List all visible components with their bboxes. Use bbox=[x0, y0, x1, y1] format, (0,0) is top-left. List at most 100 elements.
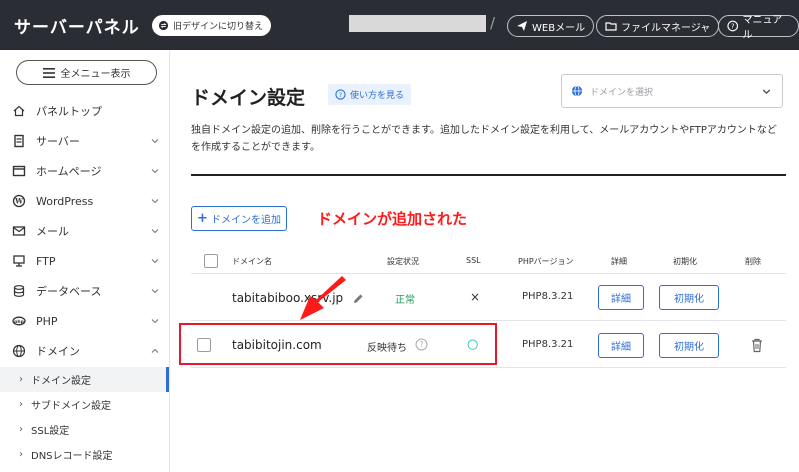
sidebar-item-label: ホームページ bbox=[36, 165, 102, 178]
sidebar-item-panel-top[interactable]: パネルトップ bbox=[0, 96, 169, 126]
brand-title: サーバーパネル bbox=[14, 18, 140, 38]
chevron-down-icon bbox=[151, 289, 159, 294]
sidebar-item-wordpress[interactable]: W WordPress bbox=[0, 186, 169, 216]
table-row: tabitabiboo.xsrv.jp 正常 × PHP8.3.21 詳細 初期… bbox=[191, 275, 786, 321]
webmail-label: WEBメール bbox=[532, 22, 586, 34]
column-header-ssl: SSL bbox=[466, 256, 481, 265]
sidebar-subitem-label: サブドメイン設定 bbox=[31, 401, 111, 412]
red-arrow-icon bbox=[300, 276, 346, 320]
wordpress-icon: W bbox=[12, 194, 26, 208]
header-separator: / bbox=[490, 14, 496, 32]
manual-label: マニュアル bbox=[742, 15, 783, 41]
envelope-icon bbox=[12, 226, 26, 236]
chevron-down-icon bbox=[151, 259, 159, 264]
menu-all-label: 全メニュー表示 bbox=[60, 69, 131, 80]
chevron-down-icon bbox=[151, 139, 159, 144]
sidebar-item-label: サーバー bbox=[36, 135, 80, 148]
initialize-button[interactable]: 初期化 bbox=[659, 285, 719, 310]
browser-window-icon bbox=[12, 165, 26, 177]
detail-button[interactable]: 詳細 bbox=[598, 333, 644, 358]
help-button[interactable]: ? 使い方を見る bbox=[328, 84, 412, 105]
sidebar-subitem-label: ドメイン設定 bbox=[31, 376, 91, 387]
sidebar-item-domain[interactable]: ドメイン bbox=[0, 336, 169, 366]
trash-icon[interactable] bbox=[750, 338, 764, 353]
help-circle-icon: ? bbox=[335, 89, 346, 100]
sidebar-item-label: データベース bbox=[36, 285, 102, 298]
sidebar-subitem-subdomain-settings[interactable]: › サブドメイン設定 bbox=[0, 392, 169, 417]
initialize-button[interactable]: 初期化 bbox=[659, 333, 719, 358]
sidebar-subitem-label: SSL設定 bbox=[31, 426, 70, 437]
sidebar-item-php[interactable]: php PHP bbox=[0, 306, 169, 336]
sidebar-subitem-ssl-settings[interactable]: › SSL設定 bbox=[0, 417, 169, 442]
webmail-button[interactable]: WEBメール bbox=[507, 15, 595, 37]
manual-button[interactable]: ? マニュアル bbox=[718, 15, 799, 41]
paper-plane-icon bbox=[517, 21, 527, 31]
sidebar-item-mail[interactable]: メール bbox=[0, 216, 169, 246]
hamburger-icon bbox=[42, 67, 55, 78]
file-manager-button[interactable]: ファイルマネージャ bbox=[596, 15, 720, 37]
help-label: 使い方を見る bbox=[350, 91, 405, 101]
svg-text:?: ? bbox=[339, 91, 342, 99]
plus-icon: + bbox=[197, 211, 208, 226]
domain-select-placeholder: ドメインを選択 bbox=[590, 87, 654, 98]
chevron-down-icon bbox=[151, 319, 159, 324]
page-title: ドメイン設定 bbox=[191, 87, 306, 109]
highlight-box bbox=[179, 323, 497, 365]
server-icon bbox=[14, 134, 24, 148]
ssl-status: × bbox=[470, 290, 481, 304]
column-header-init: 初期化 bbox=[673, 257, 697, 266]
add-domain-button[interactable]: + ドメインを追加 bbox=[191, 206, 287, 231]
sidebar-item-label: FTP bbox=[36, 254, 56, 268]
sidebar-subitem-label: DNSレコード設定 bbox=[31, 451, 113, 462]
column-header-delete: 削除 bbox=[745, 257, 761, 266]
sidebar-item-database[interactable]: データベース bbox=[0, 276, 169, 306]
sidebar-item-label: パネルトップ bbox=[36, 105, 102, 118]
old-design-toggle[interactable]: 旧デザインに切り替え bbox=[152, 15, 272, 36]
menu-all-button[interactable]: 全メニュー表示 bbox=[16, 60, 157, 85]
home-icon bbox=[13, 105, 25, 117]
php-version: PHP8.3.21 bbox=[522, 339, 574, 350]
sidebar-item-homepage[interactable]: ホームページ bbox=[0, 156, 169, 186]
add-domain-label: ドメインを追加 bbox=[210, 215, 281, 226]
sidebar-item-label: ドメイン bbox=[36, 345, 80, 358]
section-divider bbox=[191, 174, 786, 176]
top-bar: サーバーパネル 旧デザインに切り替え / WEBメール ファイルマネージャ ? … bbox=[0, 0, 799, 50]
detail-button[interactable]: 詳細 bbox=[598, 285, 644, 310]
table-header-row: ドメイン名 設定状況 SSL PHPバージョン 詳細 初期化 削除 bbox=[191, 246, 786, 274]
globe-icon bbox=[12, 344, 26, 358]
status-text: 正常 bbox=[395, 295, 415, 306]
server-name-redacted bbox=[349, 15, 486, 32]
database-icon bbox=[13, 285, 25, 297]
chevron-down-icon bbox=[762, 88, 771, 94]
svg-text:php: php bbox=[14, 319, 24, 325]
folder-icon bbox=[605, 22, 617, 31]
switch-icon bbox=[158, 20, 169, 31]
chevron-down-icon bbox=[151, 199, 159, 204]
chevron-right-icon: › bbox=[19, 374, 23, 385]
globe-icon bbox=[571, 85, 583, 97]
column-header-status: 設定状況 bbox=[387, 257, 419, 266]
select-all-checkbox[interactable] bbox=[204, 254, 218, 268]
chevron-up-icon bbox=[151, 348, 159, 353]
svg-text:?: ? bbox=[731, 22, 735, 30]
sidebar-item-ftp[interactable]: FTP bbox=[0, 246, 169, 276]
monitor-icon bbox=[13, 255, 25, 267]
chevron-right-icon: › bbox=[19, 424, 23, 435]
page-description: 独自ドメイン設定の追加、削除を行うことができます。追加したドメイン設定を利用して… bbox=[191, 125, 777, 153]
pencil-icon[interactable] bbox=[352, 293, 364, 305]
chevron-right-icon: › bbox=[19, 399, 23, 410]
sidebar-subitem-dns-settings[interactable]: › DNSレコード設定 bbox=[0, 442, 169, 467]
column-header-php: PHPバージョン bbox=[518, 257, 574, 266]
php-icon: php bbox=[12, 316, 26, 326]
old-design-label: 旧デザインに切り替え bbox=[173, 22, 264, 32]
sidebar-subitem-domain-settings[interactable]: › ドメイン設定 bbox=[0, 367, 169, 392]
sidebar-item-server[interactable]: サーバー bbox=[0, 126, 169, 156]
php-version: PHP8.3.21 bbox=[522, 291, 574, 302]
domain-select[interactable]: ドメインを選択 bbox=[561, 74, 783, 108]
column-header-detail: 詳細 bbox=[611, 257, 627, 266]
sidebar-item-label: WordPress bbox=[36, 194, 94, 208]
chevron-down-icon bbox=[151, 229, 159, 234]
main-content: ドメイン設定 ? 使い方を見る ドメインを選択 独自ドメイン設定の追加、削除を行… bbox=[170, 50, 799, 472]
sidebar-item-label: メール bbox=[36, 225, 69, 238]
chevron-down-icon bbox=[151, 169, 159, 174]
